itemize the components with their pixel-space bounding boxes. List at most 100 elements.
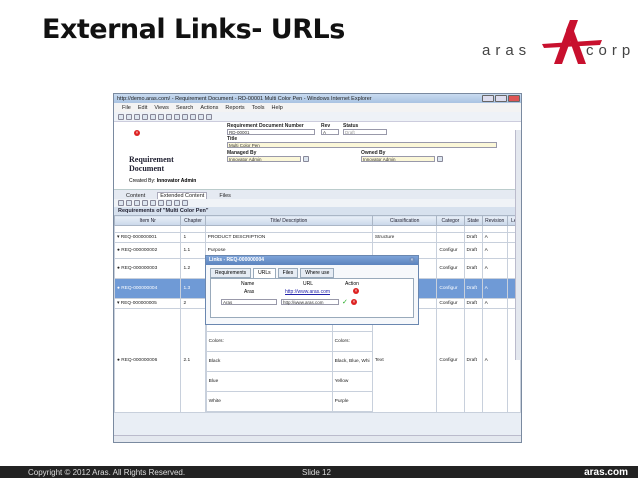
col-category[interactable]: Categor — [436, 215, 465, 226]
cell-rev: A — [481, 308, 508, 413]
close-button[interactable] — [508, 95, 520, 102]
cell-rev: A — [481, 258, 508, 279]
cell-item: ● REQ-000000004 — [114, 278, 182, 299]
cancel-url-icon[interactable]: × — [351, 299, 357, 305]
confirm-check-icon[interactable]: ✓ — [342, 298, 348, 306]
search-icon[interactable] — [198, 113, 204, 120]
grid-header-row: Item Nr Chapter Title/ Description Class… — [114, 215, 521, 226]
open-icon[interactable] — [126, 113, 132, 120]
menu-tools[interactable]: Tools — [252, 105, 265, 111]
menu-actions[interactable]: Actions — [200, 105, 218, 111]
logo-text-corp: corp — [586, 42, 636, 59]
menu-search[interactable]: Search — [176, 105, 193, 111]
tab-dialog-files[interactable]: Files — [277, 268, 299, 278]
managed-by-field[interactable]: Innovator Admin — [227, 156, 301, 162]
minimize-button[interactable] — [482, 95, 494, 102]
paste-icon[interactable] — [142, 200, 148, 206]
owned-by-field[interactable]: Innovator Admin — [361, 156, 435, 162]
doc-number-field[interactable]: RD-00001 — [227, 129, 315, 135]
grid-title: Requirements of "Multi Color Pen" — [114, 207, 521, 215]
remove-url-icon[interactable]: × — [353, 288, 359, 294]
cell-state: Draft — [463, 278, 483, 299]
rev-field[interactable]: A — [321, 129, 339, 135]
col-item-nr[interactable]: Item Nr — [114, 215, 182, 226]
cell-cat: Configur — [436, 308, 465, 413]
url-name-input[interactable]: Aras — [221, 299, 277, 305]
menu-file[interactable]: File — [122, 105, 131, 111]
tab-where-used[interactable]: Where use — [300, 268, 335, 278]
cell-state: Draft — [463, 258, 483, 279]
new-icon[interactable] — [118, 113, 124, 120]
menu-help[interactable]: Help — [272, 105, 283, 111]
links-dialog: Links - REQ-000000004 × Requirements URL… — [205, 255, 419, 325]
dialog-close-icon[interactable]: × — [409, 257, 415, 263]
col-name-label: Name — [241, 281, 255, 287]
title-field[interactable]: Multi Color Pen — [227, 142, 497, 148]
print-icon[interactable] — [142, 113, 148, 120]
cell-state: Draft — [463, 242, 483, 259]
lock-icon[interactable] — [166, 113, 172, 120]
slide-number: Slide 12 — [302, 467, 331, 477]
tab-files[interactable]: Files — [217, 193, 233, 199]
cell-rev: A — [481, 278, 508, 299]
table-row[interactable]: ▾ REQ-000000001 1 PRODUCT DESCRIPTION Struc… — [114, 232, 521, 243]
url-row-name: Aras — [244, 289, 255, 295]
inner-cell: Colors: — [206, 331, 333, 352]
col-chapter[interactable]: Chapter — [180, 215, 206, 226]
managed-by-picker-icon[interactable] — [303, 156, 309, 162]
link-icon[interactable] — [166, 200, 172, 206]
col-revision[interactable]: Revision — [481, 215, 508, 226]
menu-edit[interactable]: Edit — [138, 105, 147, 111]
grid-toolbar — [114, 199, 521, 207]
inner-cell: Black, Blue, Whi — [331, 351, 372, 372]
edit-icon[interactable] — [150, 113, 156, 120]
urls-panel: Name URL Action Aras http://www.aras.com… — [210, 278, 414, 318]
copy-icon[interactable] — [134, 200, 140, 206]
outdent-icon[interactable] — [158, 200, 164, 206]
inner-cell: White — [206, 391, 333, 412]
inner-cell: Blue — [206, 371, 333, 392]
tab-content[interactable]: Content — [124, 193, 147, 199]
col-title[interactable]: Title/ Description — [204, 215, 373, 226]
col-classification[interactable]: Classification — [371, 215, 438, 226]
col-state[interactable]: State — [463, 215, 483, 226]
cell-rev: A — [481, 232, 508, 243]
add-icon[interactable] — [118, 200, 124, 206]
menu-reports[interactable]: Reports — [225, 105, 244, 111]
vertical-scrollbar[interactable] — [515, 130, 521, 360]
cell-cat: Configur — [436, 258, 465, 279]
indent-icon[interactable] — [150, 200, 156, 206]
dialog-title: Links - REQ-000000004 — [206, 256, 418, 265]
help-icon[interactable] — [206, 113, 212, 120]
cell-item: ● REQ-000000002 — [114, 242, 182, 259]
horizontal-scrollbar[interactable] — [114, 435, 521, 442]
refresh-icon[interactable] — [158, 113, 164, 120]
owned-by-picker-icon[interactable] — [437, 156, 443, 162]
menu-views[interactable]: Views — [154, 105, 169, 111]
url-row-link[interactable]: http://www.aras.com — [285, 289, 330, 295]
maximize-button[interactable] — [495, 95, 507, 102]
form-heading: Requirement Document — [129, 155, 174, 173]
tab-extended-content[interactable]: Extended Content — [157, 192, 208, 199]
promote-icon[interactable] — [190, 113, 196, 120]
pdf-icon[interactable] — [174, 200, 180, 206]
filter-row[interactable] — [114, 225, 521, 233]
inner-spec-table: Type: Adult Use , Overall Length: 200 mm… — [206, 311, 372, 412]
tab-requirements[interactable]: Requirements — [210, 268, 252, 278]
window-titlebar: http://demo.aras.com/ - Requirement Docu… — [114, 94, 521, 103]
save-icon[interactable] — [134, 113, 140, 120]
tab-urls[interactable]: URLs — [253, 268, 276, 278]
cell-cat: Configur — [436, 242, 465, 259]
inner-cell: Yellow — [331, 371, 372, 392]
cell-class: Structure — [371, 232, 438, 243]
unlock-icon[interactable] — [174, 113, 180, 120]
remove-icon[interactable] — [126, 200, 132, 206]
url-input[interactable]: http://www.aras.com — [281, 299, 339, 305]
brand-text: aras.com — [584, 466, 628, 478]
cell-chapter: 1.1 — [180, 242, 206, 259]
delete-icon[interactable] — [182, 200, 188, 206]
cell-state: Draft — [463, 308, 483, 413]
undo-icon[interactable] — [182, 113, 188, 120]
cell-item: ● REQ-000000006 — [114, 308, 182, 413]
close-form-icon[interactable]: × — [134, 130, 140, 136]
